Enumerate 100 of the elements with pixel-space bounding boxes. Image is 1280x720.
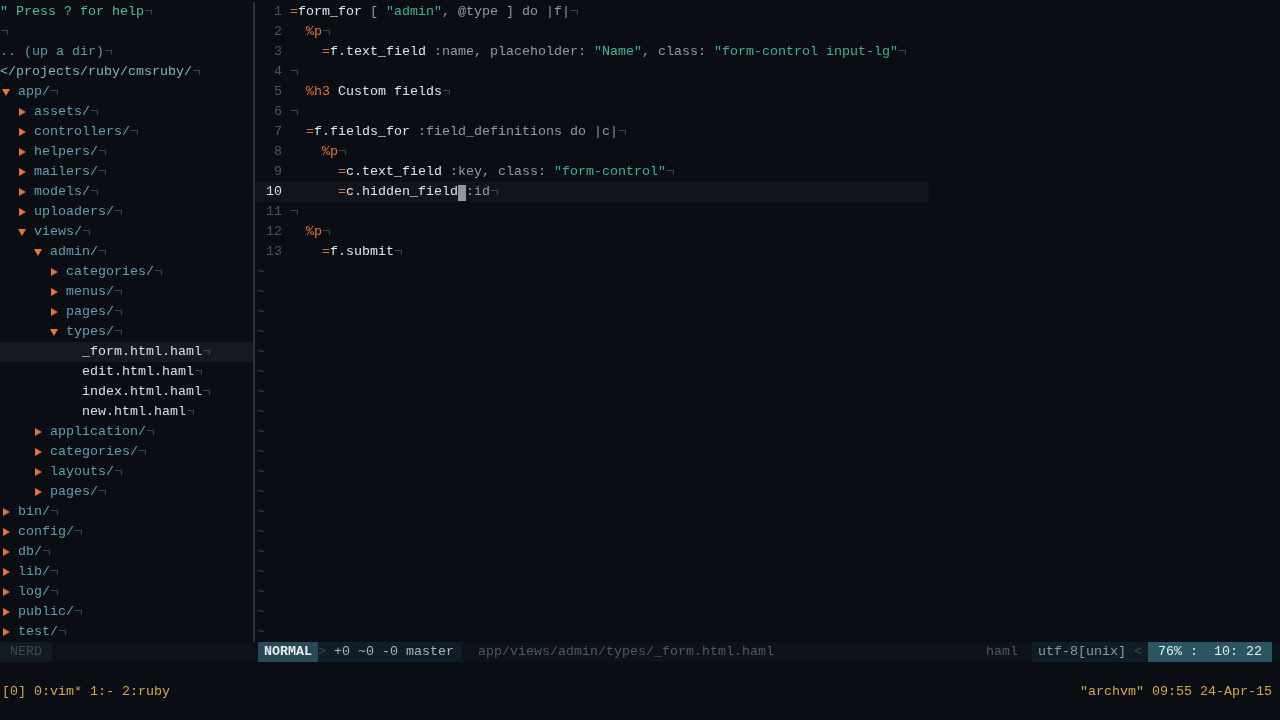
code-line: %p <box>321 143 338 161</box>
eol-marker-icon <box>1 29 8 35</box>
folder-item[interactable]: test/ <box>0 622 253 642</box>
empty-line-marker: ~ <box>257 503 265 521</box>
folder-item[interactable]: admin/ <box>0 242 253 262</box>
file-encoding: utf-8[unix] < <box>1032 642 1148 662</box>
empty-line-marker: ~ <box>257 383 265 401</box>
empty-line-marker: ~ <box>257 483 265 501</box>
line-number: 13 <box>266 243 282 261</box>
eol-marker-icon <box>291 209 298 215</box>
eol-marker-icon <box>91 109 98 115</box>
folder-item[interactable]: assets/ <box>0 102 253 122</box>
eol-marker-icon <box>898 49 906 55</box>
eol-marker-icon <box>43 549 50 555</box>
eol-marker-icon <box>75 529 82 535</box>
folder-item[interactable]: db/ <box>0 542 253 562</box>
eol-marker-icon <box>187 409 194 415</box>
parent-dir-link[interactable]: .. (up a dir) <box>0 42 104 62</box>
eol-marker-icon <box>105 49 112 55</box>
eol-marker-icon <box>195 369 202 375</box>
eol-marker-icon <box>115 469 122 475</box>
folder-item[interactable]: menus/ <box>0 282 253 302</box>
line-number: 4 <box>274 63 282 81</box>
folder-item[interactable]: pages/ <box>0 482 253 502</box>
empty-line-marker: ~ <box>257 543 265 561</box>
eol-marker-icon <box>571 9 578 15</box>
line-number: 5 <box>274 83 282 101</box>
filetype: haml <box>986 643 1019 661</box>
folder-item[interactable]: types/ <box>0 322 253 342</box>
tmux-window-list: [0] 0:vim* 1:- 2:ruby <box>2 682 170 702</box>
empty-line-marker: ~ <box>257 563 265 581</box>
code-line: %p <box>305 23 322 41</box>
cursor-position: 76% : 10: 22 <box>1148 642 1272 662</box>
eol-marker-icon <box>323 229 330 235</box>
eol-marker-icon <box>395 249 402 255</box>
folder-item[interactable]: bin/ <box>0 502 253 522</box>
eol-marker-icon <box>99 169 106 175</box>
folder-item[interactable]: pages/ <box>0 302 253 322</box>
code-line: %h3 Custom fields <box>305 83 442 101</box>
eol-marker-icon <box>59 629 66 635</box>
line-number: 10 <box>266 183 282 201</box>
empty-line-marker: ~ <box>257 363 265 381</box>
line-number: 2 <box>274 23 282 41</box>
file-item[interactable]: new.html.haml <box>0 402 253 422</box>
empty-line-marker: ~ <box>257 443 265 461</box>
code-line: =f.submit <box>321 243 394 261</box>
code-line: =f.text_field :name, placeholder: "Name", class: "form-control input-lg" <box>321 43 898 61</box>
eol-marker-icon <box>75 609 82 615</box>
eol-marker-icon <box>339 149 346 155</box>
folder-item[interactable]: app/ <box>0 82 253 102</box>
folder-item[interactable]: categories/ <box>0 442 253 462</box>
file-item[interactable]: _form.html.haml <box>0 342 253 362</box>
folder-item[interactable]: categories/ <box>0 262 253 282</box>
eol-marker-icon <box>83 229 90 235</box>
eol-marker-icon <box>155 269 162 275</box>
folder-item[interactable]: views/ <box>0 222 253 242</box>
folder-item[interactable]: public/ <box>0 602 253 622</box>
code-line: =c.hidden_field :id <box>337 183 490 202</box>
eol-marker-icon <box>99 249 106 255</box>
eol-marker-icon <box>323 29 330 35</box>
help-hint: " Press ? for help <box>0 3 144 21</box>
eol-marker-icon <box>115 309 122 315</box>
folder-item[interactable]: application/ <box>0 422 253 442</box>
eol-marker-icon <box>51 569 58 575</box>
eol-marker-icon <box>51 89 58 95</box>
eol-marker-icon <box>666 169 674 175</box>
empty-line-marker: ~ <box>257 583 265 601</box>
empty-line-marker: ~ <box>257 303 265 321</box>
folder-item[interactable]: helpers/ <box>0 142 253 162</box>
empty-line-marker: ~ <box>257 263 265 281</box>
line-number: 11 <box>266 203 282 221</box>
eol-marker-icon <box>139 449 146 455</box>
folder-item[interactable]: log/ <box>0 582 253 602</box>
file-path: app/views/admin/types/_form.html.haml <box>478 643 774 661</box>
folder-item[interactable]: lib/ <box>0 562 253 582</box>
folder-item[interactable]: uploaders/ <box>0 202 253 222</box>
file-item[interactable]: edit.html.haml <box>0 362 253 382</box>
eol-marker-icon <box>115 329 122 335</box>
eol-marker-icon <box>115 209 122 215</box>
eol-marker-icon <box>144 9 152 15</box>
folder-item[interactable]: models/ <box>0 182 253 202</box>
folder-item[interactable]: layouts/ <box>0 462 253 482</box>
code-line: %p <box>305 223 322 241</box>
eol-marker-icon <box>203 389 210 395</box>
eol-marker-icon <box>131 129 138 135</box>
empty-line-marker: ~ <box>257 423 265 441</box>
eol-marker-icon <box>147 429 154 435</box>
folder-item[interactable]: config/ <box>0 522 253 542</box>
folder-item[interactable]: mailers/ <box>0 162 253 182</box>
line-number: 12 <box>266 223 282 241</box>
file-item[interactable]: index.html.haml <box>0 382 253 402</box>
tree-root-path: </projects/ruby/cmsruby/ <box>0 63 192 81</box>
eol-marker-icon <box>99 489 106 495</box>
mode-indicator: NORMAL <box>258 642 318 662</box>
eol-marker-icon <box>491 189 498 195</box>
line-number: 9 <box>274 163 282 181</box>
line-number: 3 <box>274 43 282 61</box>
eol-marker-icon <box>291 69 298 75</box>
code-line: =form_for [ "admin", @type ] do |f| <box>290 3 570 21</box>
folder-item[interactable]: controllers/ <box>0 122 253 142</box>
